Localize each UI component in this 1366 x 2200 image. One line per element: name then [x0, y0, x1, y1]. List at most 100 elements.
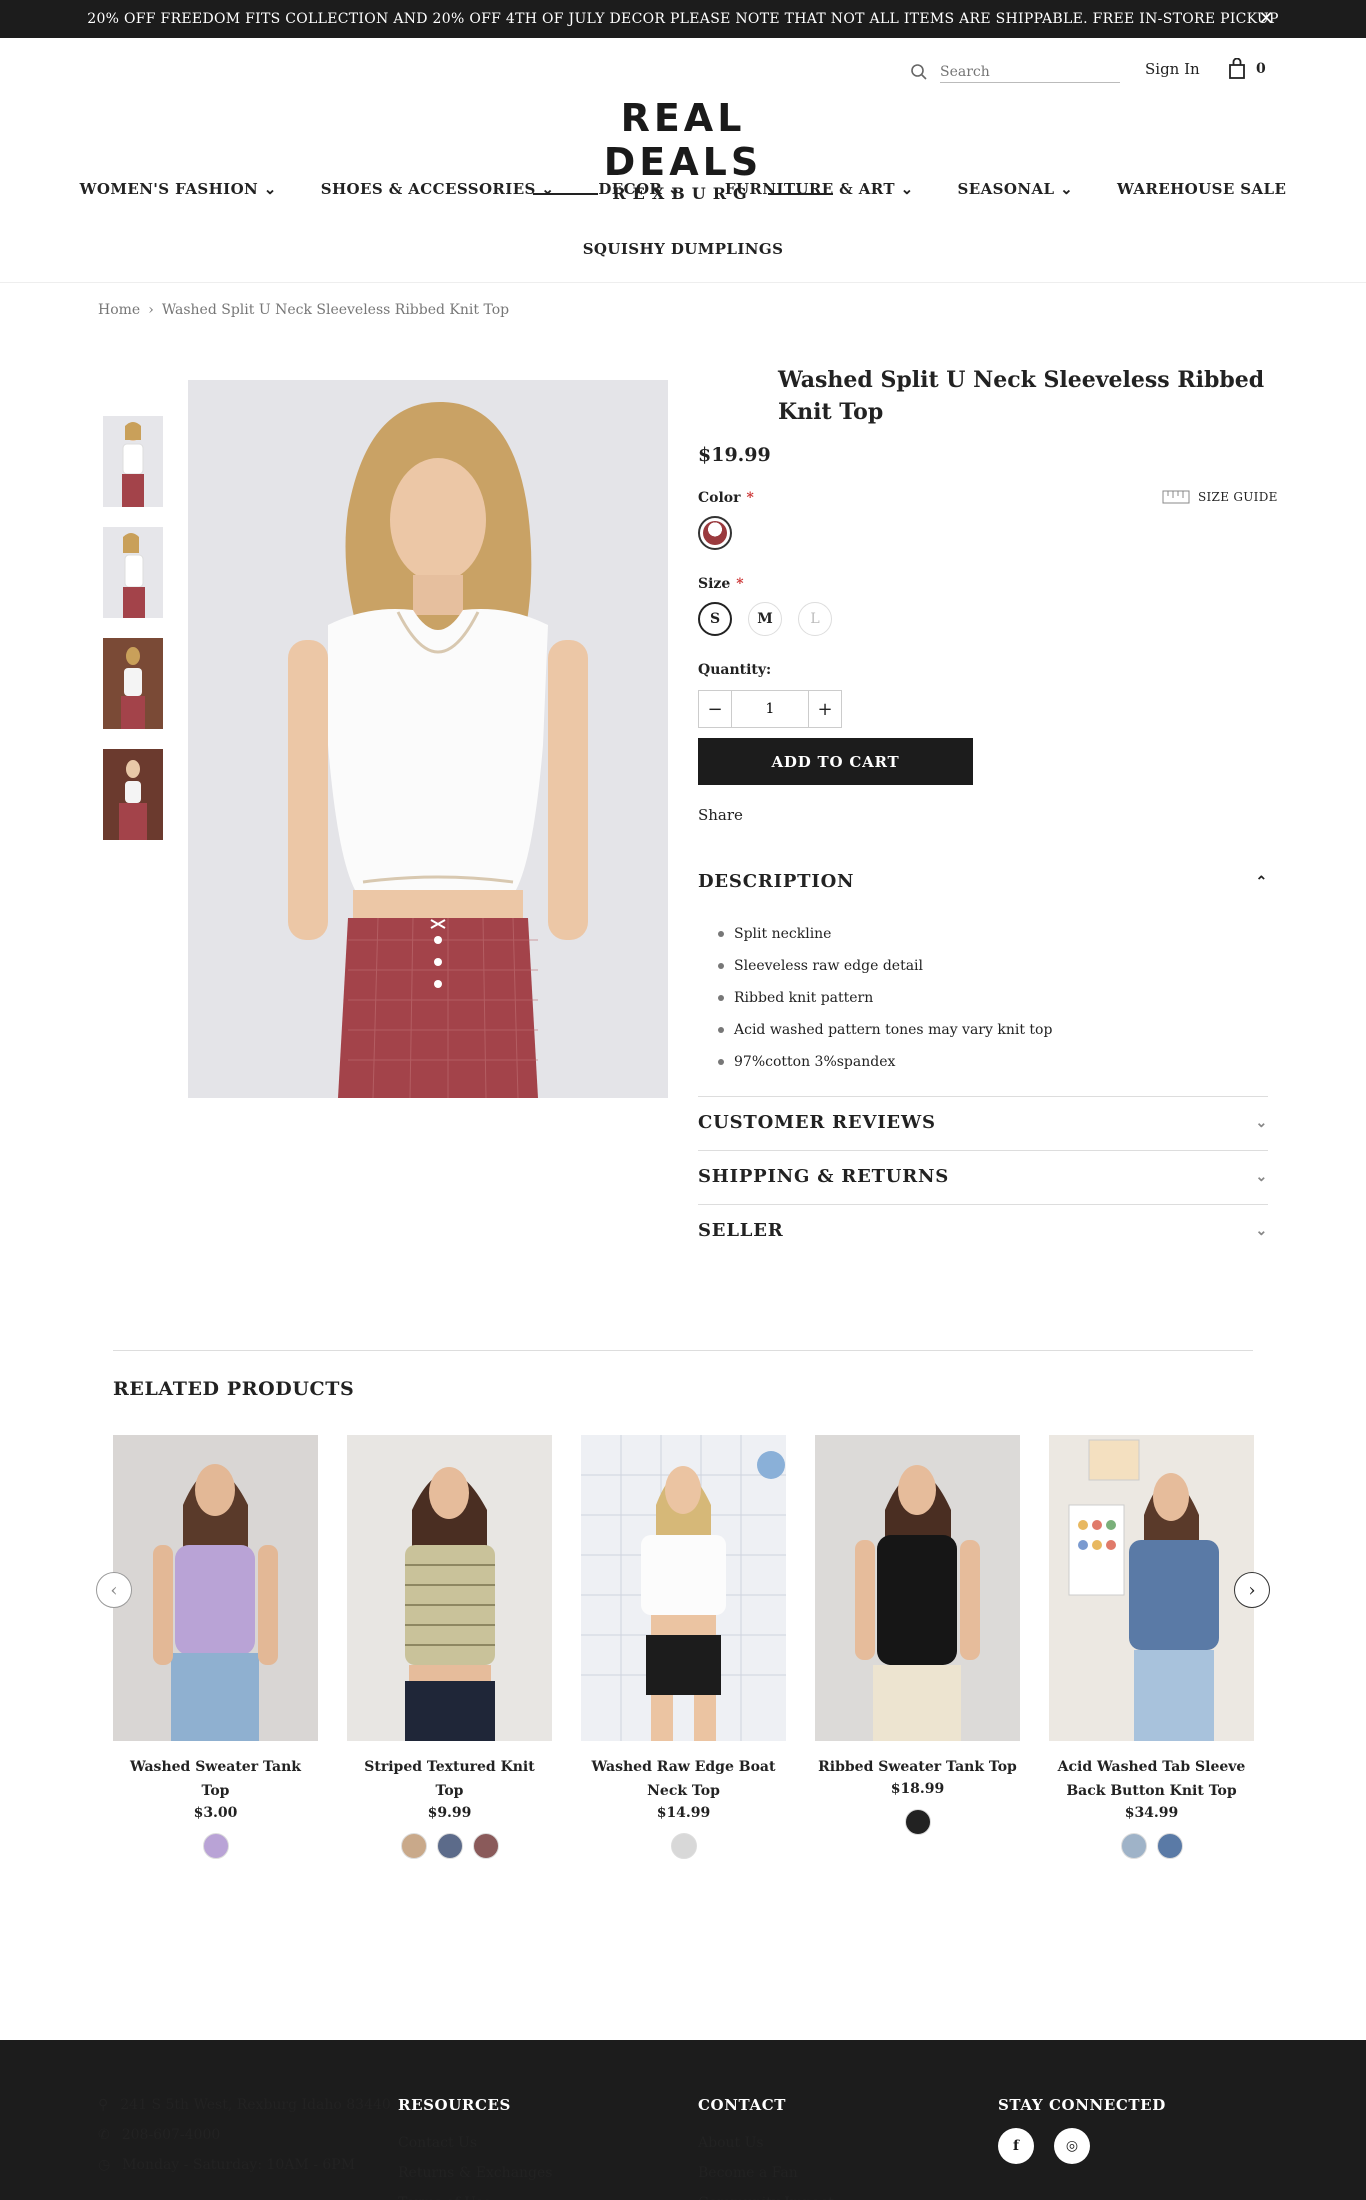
size-guide-link[interactable]: SIZE GUIDE — [1162, 490, 1278, 504]
size-label: Size * — [698, 576, 744, 592]
chevron-up-icon: ⌃ — [1255, 873, 1268, 890]
product-card-image[interactable] — [347, 1435, 552, 1741]
product-card-image[interactable] — [581, 1435, 786, 1741]
nav-squishy-dumplings[interactable]: SQUISHY DUMPLINGS — [0, 240, 1366, 258]
color-swatch[interactable] — [472, 1833, 499, 1859]
product-thumbnail[interactable] — [103, 638, 163, 729]
carousel-prev-button[interactable]: ‹ — [96, 1572, 132, 1608]
product-card-price: $9.99 — [427, 1805, 472, 1821]
header-divider — [0, 282, 1366, 283]
seller-toggle[interactable]: SELLER ⌄ — [698, 1220, 1268, 1241]
color-swatch[interactable] — [1156, 1833, 1183, 1859]
phone-icon: ✆ — [98, 2127, 110, 2143]
chevron-right-icon: › — [1248, 1579, 1256, 1601]
color-swatch[interactable] — [904, 1809, 931, 1835]
product-card-name[interactable]: Washed Sweater Tank Top — [113, 1755, 318, 1803]
footer-link[interactable]: Contact Us — [398, 2128, 553, 2158]
product-card[interactable]: Acid Washed Tab Sleeve Back Button Knit … — [1049, 1435, 1254, 1859]
size-option-m[interactable]: M — [748, 602, 782, 636]
cart-count: 0 — [1256, 61, 1266, 77]
related-products-title: RELATED PRODUCTS — [113, 1378, 355, 1400]
product-card-image[interactable] — [1049, 1435, 1254, 1741]
nav-furniture-art[interactable]: FURNITURE & ART ⌄ — [725, 180, 914, 198]
product-card[interactable]: Washed Sweater Tank Top $3.00 — [113, 1435, 318, 1859]
color-swatch[interactable] — [400, 1833, 427, 1859]
product-card[interactable]: Striped Textured Knit Top $9.99 — [347, 1435, 552, 1859]
color-swatch[interactable] — [670, 1833, 697, 1859]
carousel-next-button[interactable]: › — [1234, 1572, 1270, 1608]
chevron-down-icon: ⌄ — [900, 180, 914, 198]
nav-shoes-accessories[interactable]: SHOES & ACCESSORIES ⌄ — [321, 180, 555, 198]
ruler-icon — [1162, 490, 1190, 504]
divider — [698, 1204, 1268, 1205]
footer-contact: CONTACT About Us Become a Fan Community … — [698, 2090, 834, 2200]
product-card-price: $14.99 — [656, 1805, 711, 1821]
list-item: Ribbed knit pattern — [718, 982, 1052, 1014]
product-thumbnail[interactable] — [103, 749, 163, 840]
footer-social: STAY CONNECTED f ◎ — [998, 2090, 1166, 2164]
size-options: S M L — [698, 602, 832, 636]
location-pin-icon: ⚲ — [98, 2097, 109, 2113]
footer-hours: Monday - Saturday: 10AM - 6PM — [122, 2157, 356, 2173]
footer-contact-title: CONTACT — [698, 2096, 786, 2114]
close-icon[interactable]: ✕ — [1259, 8, 1274, 29]
footer-link[interactable]: Returns & Exchanges — [398, 2158, 553, 2188]
chevron-down-icon: ⌄ — [1255, 1222, 1268, 1239]
shopping-bag-icon — [1229, 58, 1245, 79]
customer-reviews-toggle[interactable]: CUSTOMER REVIEWS ⌄ — [698, 1112, 1268, 1133]
product-price: $19.99 — [698, 444, 771, 466]
share-link[interactable]: Share — [698, 806, 743, 824]
size-option-s[interactable]: S — [698, 602, 732, 636]
quantity-input[interactable] — [731, 691, 809, 727]
footer-link[interactable]: Become a Fan — [698, 2158, 834, 2188]
nav-womens-fashion[interactable]: WOMEN'S FASHION ⌄ — [80, 180, 277, 198]
chevron-left-icon: ‹ — [110, 1579, 118, 1601]
color-swatch[interactable] — [436, 1833, 463, 1859]
product-card-price: $3.00 — [193, 1805, 238, 1821]
chevron-down-icon: ⌄ — [1060, 180, 1074, 198]
facebook-icon[interactable]: f — [998, 2128, 1034, 2164]
product-card-name[interactable]: Washed Raw Edge Boat Neck Top — [581, 1755, 786, 1803]
add-to-cart-button[interactable]: ADD TO CART — [698, 738, 973, 785]
color-swatch[interactable] — [698, 516, 732, 550]
color-swatch[interactable] — [1120, 1833, 1147, 1859]
footer-address: 241 S 5th West, Rexburg Idaho 83440 — [120, 2097, 391, 2113]
announcement-bar: 20% OFF FREEDOM FITS COLLECTION AND 20% … — [0, 0, 1366, 38]
nav-warehouse-sale[interactable]: WAREHOUSE SALE — [1117, 180, 1286, 198]
footer-resources-title: RESOURCES — [398, 2096, 511, 2114]
search-icon[interactable] — [910, 63, 928, 81]
main-navigation: WOMEN'S FASHION ⌄ SHOES & ACCESSORIES ⌄ … — [0, 180, 1366, 198]
instagram-icon[interactable]: ◎ — [1054, 2128, 1090, 2164]
nav-seasonal[interactable]: SEASONAL ⌄ — [958, 180, 1074, 198]
footer-link[interactable]: About Us — [698, 2128, 834, 2158]
description-toggle[interactable]: DESCRIPTION ⌃ — [698, 871, 1268, 892]
footer-phone[interactable]: 208-607-4000 — [122, 2120, 221, 2150]
product-card-image[interactable] — [815, 1435, 1020, 1741]
nav-decor[interactable]: DECOR ⌄ — [598, 180, 681, 198]
product-card[interactable]: Ribbed Sweater Tank Top $18.99 — [815, 1435, 1020, 1835]
product-card-name[interactable]: Striped Textured Knit Top — [347, 1755, 552, 1803]
related-divider — [113, 1350, 1253, 1351]
color-swatch[interactable] — [202, 1833, 229, 1859]
product-thumbnail[interactable] — [103, 416, 163, 507]
product-title: Washed Split U Neck Sleeveless Ribbed Kn… — [778, 367, 1265, 425]
product-thumbnail[interactable] — [103, 527, 163, 618]
product-card-name[interactable]: Acid Washed Tab Sleeve Back Button Knit … — [1049, 1755, 1254, 1803]
footer-link[interactable]: Terms of Use — [398, 2188, 553, 2200]
shipping-returns-toggle[interactable]: SHIPPING & RETURNS ⌄ — [698, 1166, 1268, 1187]
product-card-name[interactable]: Ribbed Sweater Tank Top — [815, 1755, 1020, 1779]
sign-in-link[interactable]: Sign In — [1145, 60, 1200, 78]
size-option-l[interactable]: L — [798, 602, 832, 636]
footer-store-info: ⚲ 241 S 5th West, Rexburg Idaho 83440 ✆ 20… — [98, 2090, 391, 2180]
list-item: Split neckline — [718, 918, 1052, 950]
search-input[interactable] — [940, 61, 1120, 83]
product-card-image[interactable] — [113, 1435, 318, 1741]
plus-icon[interactable]: + — [809, 691, 841, 727]
product-card[interactable]: Washed Raw Edge Boat Neck Top $14.99 — [581, 1435, 786, 1859]
product-main-image[interactable] — [188, 380, 668, 1098]
breadcrumb-home[interactable]: Home — [98, 302, 140, 318]
minus-icon[interactable]: − — [699, 691, 731, 727]
cart-button[interactable]: 0 — [1228, 58, 1266, 80]
chevron-down-icon: ⌄ — [541, 180, 555, 198]
footer-link[interactable]: Community Impact — [698, 2188, 834, 2200]
